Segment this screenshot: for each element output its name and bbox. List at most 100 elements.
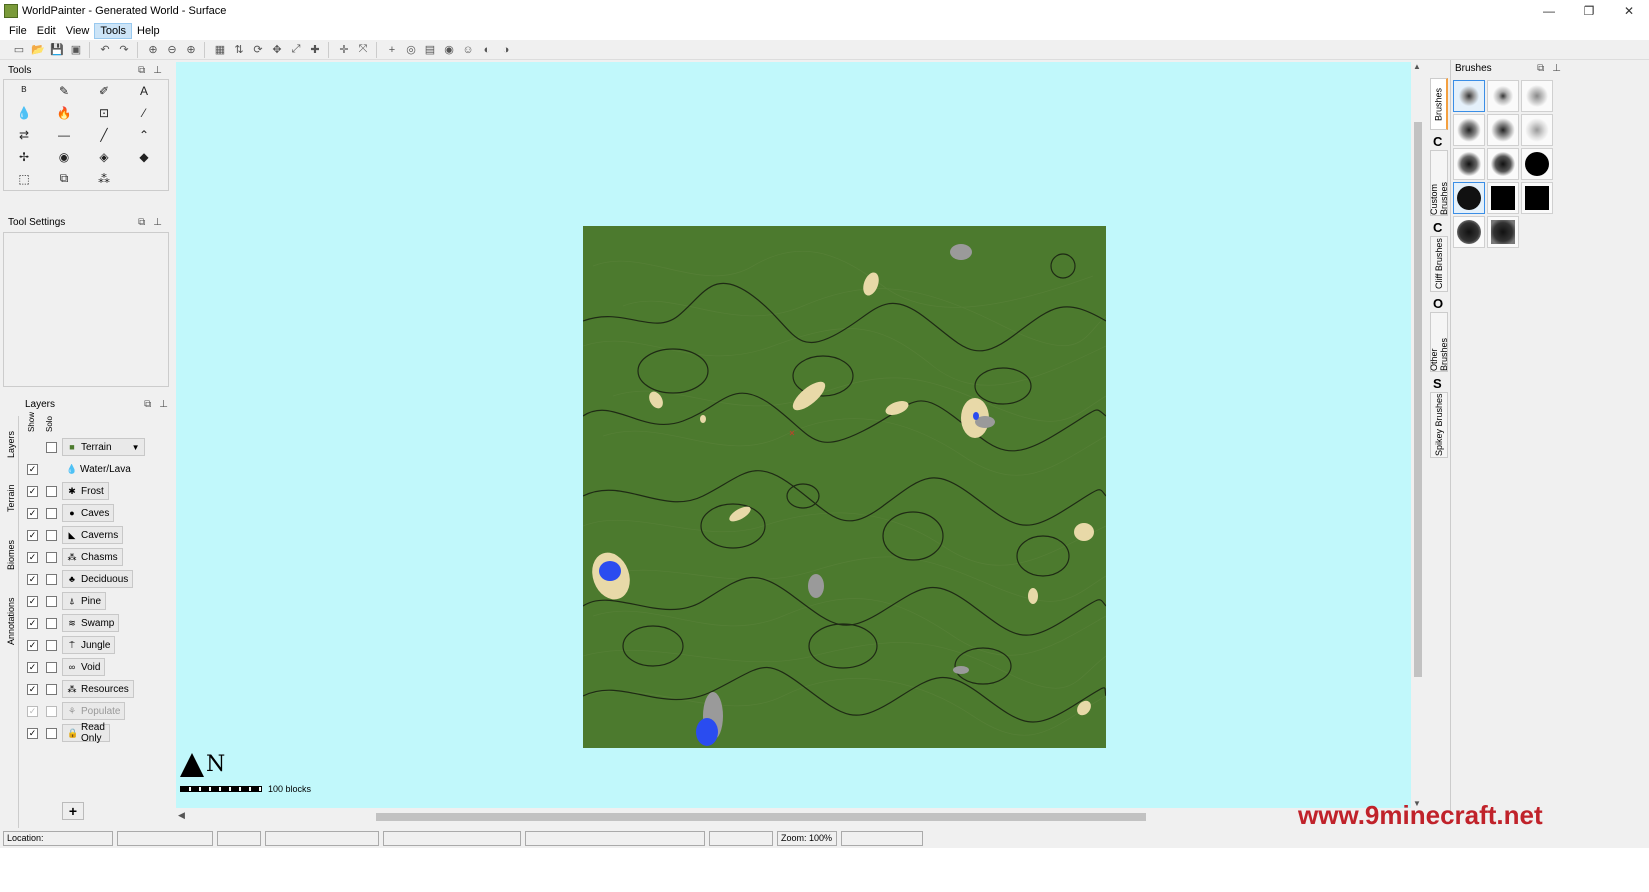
solid-circle-brush-icon[interactable] bbox=[1521, 148, 1553, 180]
zoom-in-icon[interactable]: ⊕ bbox=[182, 42, 200, 58]
tab-other-brushes[interactable]: Other Brushes bbox=[1429, 312, 1449, 372]
pin-icon[interactable]: ⊥ bbox=[153, 65, 162, 76]
spray-icon[interactable]: ✐ bbox=[85, 80, 123, 101]
open-icon[interactable]: 📂 bbox=[29, 42, 47, 58]
layer-solo-checkbox[interactable] bbox=[46, 507, 57, 519]
solid-square-brush-icon[interactable] bbox=[1487, 182, 1519, 214]
view-3d-icon[interactable]: ◉ bbox=[440, 42, 458, 58]
world-map[interactable] bbox=[583, 226, 1106, 748]
zoom-out-icon[interactable]: ⊖ bbox=[163, 42, 181, 58]
scroll-left-icon[interactable]: ◀ bbox=[178, 810, 185, 821]
square-brush-icon[interactable] bbox=[1487, 114, 1519, 146]
layer-solo-checkbox[interactable] bbox=[46, 683, 57, 695]
flood-icon[interactable]: ᴮ bbox=[5, 80, 43, 101]
tab-brushes[interactable]: Brushes bbox=[1430, 78, 1448, 130]
scale-icon[interactable]: ⤢ bbox=[287, 42, 305, 58]
menu-view[interactable]: View bbox=[61, 24, 95, 38]
layer-read-only-button[interactable]: 🔒 Read Only bbox=[62, 722, 110, 744]
undo-icon[interactable]: ↶ bbox=[96, 42, 114, 58]
round-brush-icon[interactable] bbox=[1453, 114, 1485, 146]
pyramid-icon[interactable]: ◉ bbox=[45, 146, 83, 167]
export-icon[interactable]: ▣ bbox=[67, 42, 85, 58]
layer-caverns-button[interactable]: ◣ Caverns bbox=[62, 526, 124, 544]
layer-solo-checkbox[interactable] bbox=[46, 595, 57, 607]
layer-solo-checkbox[interactable] bbox=[46, 705, 57, 717]
layer-solo-checkbox[interactable] bbox=[46, 485, 57, 497]
layer-pine-button[interactable]: ⍋ Pine bbox=[62, 592, 107, 610]
scattered-brush-icon[interactable] bbox=[1521, 114, 1553, 146]
set-height-icon[interactable]: ◈ bbox=[85, 146, 123, 167]
noise-brush-icon[interactable] bbox=[1521, 80, 1553, 112]
lower-icon[interactable]: ◆ bbox=[125, 146, 163, 167]
layer-solo-checkbox[interactable] bbox=[46, 441, 57, 453]
layer-show-checkbox[interactable]: ✓ bbox=[27, 463, 38, 475]
layer-populate-button[interactable]: ⚘ Populate bbox=[62, 702, 126, 720]
raise-mountain-icon[interactable]: ⌃ bbox=[125, 124, 163, 145]
map-canvas[interactable]: N 100 blocks bbox=[176, 62, 1411, 808]
pencil-icon[interactable]: ✎ bbox=[45, 80, 83, 101]
layer-terrain-button[interactable]: ■ Terrain ▼ bbox=[62, 438, 145, 456]
float-icon[interactable]: ⧉ bbox=[138, 65, 145, 76]
vertical-scrollbar[interactable]: ▲ ▼ bbox=[1411, 62, 1425, 808]
globe-icon[interactable]: ◐ bbox=[478, 42, 496, 58]
layer-chasms-button[interactable]: ⁂ Chasms bbox=[62, 548, 123, 566]
water-icon[interactable]: 💧 bbox=[5, 102, 43, 123]
menu-edit[interactable]: Edit bbox=[32, 24, 61, 38]
grid-icon[interactable]: ▦ bbox=[211, 42, 229, 58]
smooth-icon[interactable]: ⇄ bbox=[5, 124, 43, 145]
minimize-button[interactable]: — bbox=[1529, 0, 1569, 22]
soft-round-brush-icon[interactable] bbox=[1453, 80, 1485, 112]
eyedropper-icon[interactable]: ⁄ bbox=[125, 102, 163, 123]
image-icon[interactable]: ▤ bbox=[421, 42, 439, 58]
solid-circle-selected-brush-icon[interactable] bbox=[1453, 182, 1485, 214]
slope-icon[interactable]: ╱ bbox=[85, 124, 123, 145]
layer-deciduous-button[interactable]: ♣ Deciduous bbox=[62, 570, 134, 588]
layer-show-checkbox[interactable]: ✓ bbox=[27, 529, 38, 541]
flatten-icon[interactable]: — bbox=[45, 124, 83, 145]
ridge-icon[interactable]: ✢ bbox=[5, 146, 43, 167]
move-icon[interactable]: ⤧ bbox=[354, 42, 372, 58]
pin-icon[interactable]: ⊥ bbox=[159, 399, 168, 410]
crosshair-icon[interactable]: + bbox=[383, 42, 401, 58]
layer-solo-checkbox[interactable] bbox=[46, 573, 57, 585]
float-icon[interactable]: ⧉ bbox=[144, 399, 151, 410]
contours-icon[interactable]: ⇅ bbox=[230, 42, 248, 58]
blur-square-brush-icon[interactable] bbox=[1487, 216, 1519, 248]
chevron-down-icon[interactable]: ▼ bbox=[132, 443, 140, 452]
tab-layers[interactable]: Layers bbox=[3, 422, 19, 466]
pin-icon[interactable]: ⊥ bbox=[153, 217, 162, 228]
layer-show-checkbox[interactable]: ✓ bbox=[27, 573, 38, 585]
view-target-icon[interactable]: ◎ bbox=[402, 42, 420, 58]
copy-icon[interactable]: ⧉ bbox=[45, 168, 83, 189]
layer-show-checkbox[interactable]: ✓ bbox=[27, 683, 38, 695]
layer-solo-checkbox[interactable] bbox=[46, 661, 57, 673]
tab-spikey-brushes[interactable]: Spikey Brushes bbox=[1430, 392, 1448, 458]
hard-round-brush-icon[interactable] bbox=[1453, 148, 1485, 180]
float-icon[interactable]: ⧉ bbox=[1537, 63, 1544, 74]
solid-square-large-brush-icon[interactable] bbox=[1521, 182, 1553, 214]
tab-terrain[interactable]: Terrain bbox=[3, 470, 19, 526]
layer-show-checkbox[interactable]: ✓ bbox=[27, 595, 38, 607]
menu-help[interactable]: Help bbox=[132, 24, 165, 38]
clear-selection-icon[interactable]: ⁂ bbox=[85, 168, 123, 189]
redo-icon[interactable]: ↷ bbox=[115, 42, 133, 58]
layer-water-lava-button[interactable]: 💧 Water/Lava bbox=[62, 460, 135, 478]
person-icon[interactable]: ☺ bbox=[459, 42, 477, 58]
layer-solo-checkbox[interactable] bbox=[46, 529, 57, 541]
close-button[interactable]: ✕ bbox=[1609, 0, 1649, 22]
scroll-up-icon[interactable]: ▲ bbox=[1413, 62, 1421, 71]
layer-show-checkbox[interactable]: ✓ bbox=[27, 705, 38, 717]
add-layer-button[interactable]: + bbox=[62, 802, 84, 820]
layer-solo-checkbox[interactable] bbox=[46, 639, 57, 651]
text-icon[interactable]: A bbox=[125, 80, 163, 101]
soft-square-brush-icon[interactable] bbox=[1487, 80, 1519, 112]
maximize-button[interactable]: ❐ bbox=[1569, 0, 1609, 22]
horizontal-scroll-thumb[interactable] bbox=[376, 813, 1146, 821]
spawn-icon[interactable]: ✛ bbox=[335, 42, 353, 58]
pin-icon[interactable]: ⊥ bbox=[1552, 63, 1561, 74]
hard-square-brush-icon[interactable] bbox=[1487, 148, 1519, 180]
layer-show-checkbox[interactable]: ✓ bbox=[27, 617, 38, 629]
layer-frost-button[interactable]: ✱ Frost bbox=[62, 482, 109, 500]
layer-show-checkbox[interactable]: ✓ bbox=[27, 727, 38, 739]
layer-show-checkbox[interactable]: ✓ bbox=[27, 661, 38, 673]
